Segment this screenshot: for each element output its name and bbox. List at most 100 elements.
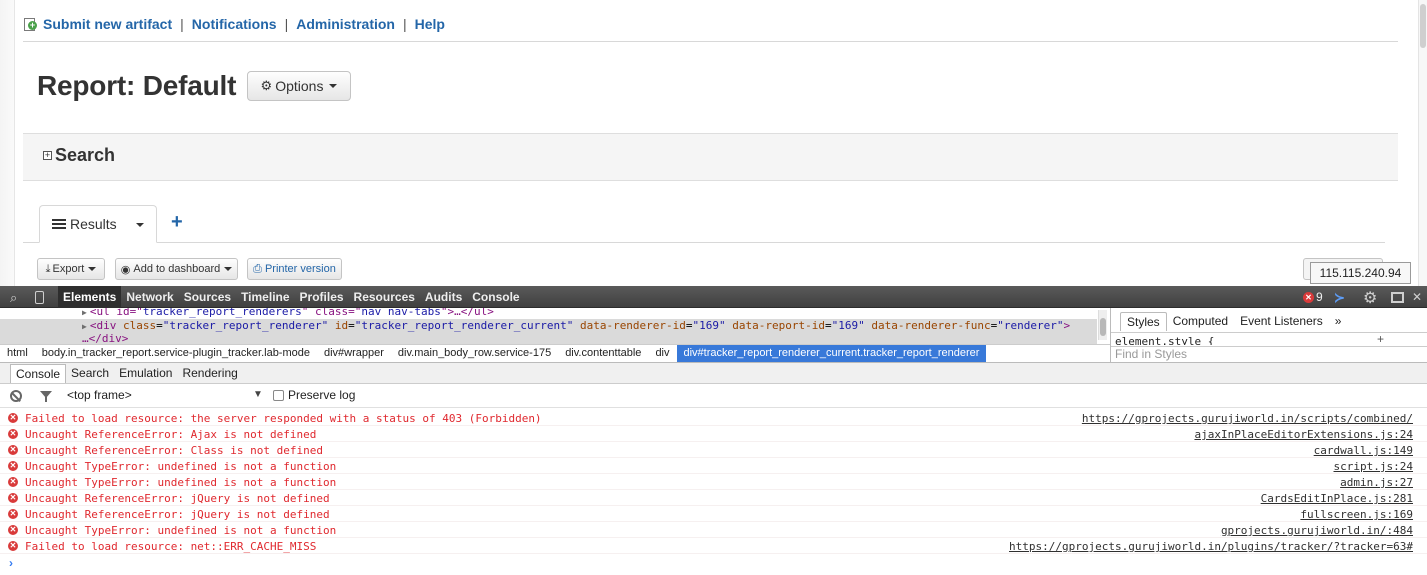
breadcrumb-body[interactable]: body.in_tracker_report.service-plugin_tr… — [35, 345, 317, 362]
dropdown-arrow-icon[interactable]: ▼ — [253, 389, 263, 400]
find-in-styles-input[interactable]: Find in Styles — [1111, 346, 1427, 362]
preserve-log-checkbox[interactable]: Preserve log — [273, 388, 355, 402]
options-label: Options — [275, 78, 324, 94]
submit-new-artifact-link[interactable]: Submit new artifact — [43, 16, 172, 32]
tab-results[interactable]: Results — [39, 205, 157, 243]
console-message-source[interactable]: admin.js:27 — [1340, 476, 1413, 489]
dom-node-close[interactable]: …</div> — [0, 332, 1097, 344]
frame-selector[interactable]: <top frame> — [67, 388, 132, 402]
options-button[interactable]: ⚙ Options — [247, 71, 351, 101]
console-message: ✕ Uncaught ReferenceError: jQuery is not… — [0, 490, 1427, 506]
error-icon: ✕ — [8, 525, 18, 535]
nav-divider — [23, 41, 1398, 42]
console-output: ✕ Failed to load resource: the server re… — [0, 408, 1427, 575]
console-message-source[interactable]: https://gprojects.gurujiworld.in/scripts… — [1082, 412, 1413, 425]
tab-elements[interactable]: Elements — [58, 286, 122, 308]
tab-network[interactable]: Network — [121, 286, 178, 308]
new-artifact-icon[interactable]: + — [23, 17, 37, 32]
breadcrumb-div[interactable]: div — [648, 345, 676, 362]
error-count-badge[interactable]: ✕ 9 — [1303, 290, 1323, 304]
error-icon: ✕ — [8, 477, 18, 487]
console-message-source[interactable]: gprojects.gurujiworld.in/:484 — [1221, 524, 1413, 537]
expand-triangle-icon[interactable]: ▶ — [82, 322, 87, 331]
printer-version-button[interactable]: ⎙ Printer version — [247, 258, 342, 280]
console-message: ✕ Uncaught TypeError: undefined is not a… — [0, 474, 1427, 490]
help-link[interactable]: Help — [415, 16, 445, 32]
printer-icon: ⎙ — [253, 262, 262, 275]
devtools-tabs: Elements Network Sources Timeline Profil… — [58, 286, 525, 308]
preserve-log-label: Preserve log — [288, 388, 356, 402]
add-to-dashboard-button[interactable]: ◉ Add to dashboard — [115, 258, 238, 280]
drawer-tab-console[interactable]: Console — [10, 363, 67, 383]
console-message-source[interactable]: cardwall.js:149 — [1314, 444, 1413, 457]
administration-link[interactable]: Administration — [296, 16, 395, 32]
page-scrollbar-thumb[interactable] — [1420, 4, 1426, 48]
more-tabs-icon[interactable]: » — [1329, 312, 1348, 330]
dom-node-selected-div[interactable]: ▶ <div class="tracker_report_renderer" id… — [0, 319, 1097, 332]
console-message-text: Failed to load resource: net::ERR_CACHE_… — [25, 540, 317, 553]
search-panel-title[interactable]: Search — [55, 145, 115, 166]
console-message-source[interactable]: CardsEditInPlace.js:281 — [1261, 492, 1413, 505]
export-label: Export — [52, 263, 85, 275]
console-message-source[interactable]: script.js:24 — [1334, 460, 1413, 473]
breadcrumb-wrapper[interactable]: div#wrapper — [317, 345, 391, 362]
element-style-rule[interactable]: element.style { — [1115, 333, 1214, 345]
console-message-source[interactable]: fullscreen.js:169 — [1300, 508, 1413, 521]
gear-icon[interactable]: ⚙ — [1363, 288, 1377, 308]
tab-sources[interactable]: Sources — [179, 286, 236, 308]
tab-console[interactable]: Console — [467, 286, 524, 308]
console-message-text: Uncaught TypeError: undefined is not a f… — [25, 476, 337, 489]
error-icon: ✕ — [8, 413, 18, 423]
tab-timeline[interactable]: Timeline — [236, 286, 294, 308]
error-icon: ✕ — [8, 429, 18, 439]
breadcrumb-selected[interactable]: div#tracker_report_renderer_current.trac… — [676, 345, 987, 362]
dashboard-icon: ◉ — [120, 263, 131, 276]
elements-scrollbar-thumb[interactable] — [1100, 318, 1106, 336]
tab-event-listeners[interactable]: Event Listeners — [1234, 312, 1329, 330]
checkbox-icon[interactable] — [273, 389, 284, 401]
breadcrumb-html[interactable]: html — [0, 345, 35, 362]
console-prompt-icon[interactable]: › — [9, 556, 13, 570]
console-message-text: Uncaught TypeError: undefined is not a f… — [25, 460, 337, 473]
tab-computed[interactable]: Computed — [1167, 312, 1234, 330]
console-message-text: Failed to load resource: the server resp… — [25, 412, 542, 425]
tab-resources[interactable]: Resources — [349, 286, 420, 308]
expand-triangle-icon[interactable]: ▶ — [82, 308, 87, 317]
add-tab-button[interactable]: + — [171, 211, 183, 234]
dock-icon[interactable] — [1391, 292, 1404, 303]
export-button[interactable]: ⤓ Export — [37, 258, 105, 280]
breadcrumb-main-body-row[interactable]: div.main_body_row.service-175 — [391, 345, 558, 362]
console-drawer-icon[interactable]: ≻ — [1334, 290, 1345, 306]
console-message: ✕ Failed to load resource: net::ERR_CACH… — [0, 538, 1427, 554]
tab-audits[interactable]: Audits — [420, 286, 467, 308]
console-message: ✕ Uncaught TypeError: undefined is not a… — [0, 458, 1427, 474]
breadcrumb-contenttable[interactable]: div.contenttable — [558, 345, 648, 362]
tab-styles[interactable]: Styles — [1120, 311, 1167, 331]
drawer-tab-rendering[interactable]: Rendering — [177, 364, 242, 382]
console-toolbar: <top frame> ▼ Preserve log — [0, 384, 1427, 408]
nav-separator: | — [402, 16, 407, 32]
clear-console-icon[interactable] — [10, 390, 22, 402]
close-icon[interactable]: ✕ — [1412, 290, 1422, 304]
add-rule-icon[interactable]: + — [1377, 332, 1384, 346]
device-mode-icon[interactable] — [35, 291, 44, 304]
page-gutter — [0, 0, 15, 286]
search-icon[interactable]: ⌕ — [10, 290, 17, 306]
filter-icon[interactable] — [40, 391, 52, 402]
drawer-tab-search[interactable]: Search — [66, 364, 114, 382]
drawer-tab-emulation[interactable]: Emulation — [114, 364, 177, 382]
expand-icon[interactable]: + — [43, 151, 52, 160]
console-message-text: Uncaught ReferenceError: jQuery is not d… — [25, 508, 330, 521]
console-message: ✕ Uncaught ReferenceError: jQuery is not… — [0, 506, 1427, 522]
caret-down-icon[interactable] — [136, 223, 144, 227]
console-message-source[interactable]: ajaxInPlaceEditorExtensions.js:24 — [1194, 428, 1413, 441]
dom-node-ul[interactable]: ▶ <ul id="tracker_report_renderers" class… — [82, 308, 494, 318]
caret-down-icon — [329, 84, 338, 88]
console-message-text: Uncaught ReferenceError: Class is not de… — [25, 444, 324, 457]
notifications-link[interactable]: Notifications — [192, 16, 277, 32]
console-message: ✕ Uncaught TypeError: undefined is not a… — [0, 522, 1427, 538]
styles-tabs: Styles Computed Event Listeners » — [1111, 311, 1347, 331]
error-icon: ✕ — [8, 461, 18, 471]
console-message-source[interactable]: https://gprojects.gurujiworld.in/plugins… — [1009, 540, 1413, 553]
tab-profiles[interactable]: Profiles — [295, 286, 349, 308]
